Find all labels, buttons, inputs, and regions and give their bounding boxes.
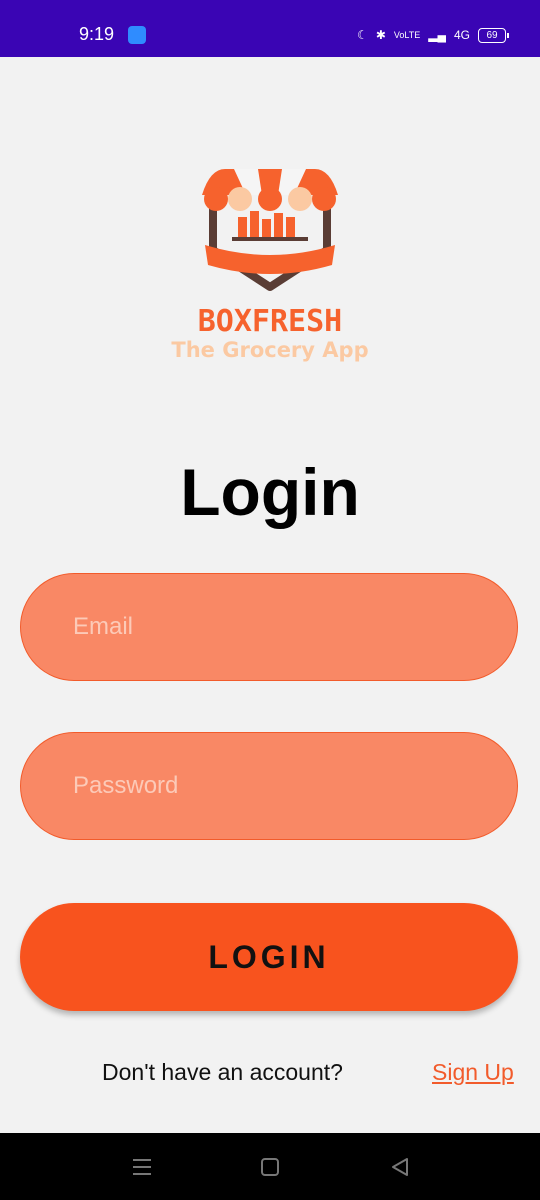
signal-icon: ▂▄ [428, 28, 446, 42]
network-type-icon: 4G [453, 28, 470, 42]
password-field[interactable] [21, 733, 517, 839]
storefront-awning-icon [202, 169, 338, 291]
back-icon[interactable] [388, 1155, 412, 1179]
brand-tagline: The Grocery App [171, 338, 369, 362]
battery-icon: 69 [478, 27, 509, 43]
brand-name: BOXFRESH [197, 304, 343, 339]
home-icon[interactable] [258, 1155, 282, 1179]
login-button[interactable]: LOGIN [20, 903, 518, 1011]
system-nav-bar [0, 1133, 540, 1200]
status-bar: 9:19 ☾ ✱ VoLTE ▂▄ 4G 69 [0, 0, 540, 57]
password-field-container [20, 732, 518, 840]
signup-link[interactable]: Sign Up [432, 1059, 514, 1086]
email-field[interactable] [21, 574, 517, 680]
signup-prompt: Don't have an account? [102, 1059, 343, 1085]
bluetooth-icon: ✱ [375, 28, 386, 42]
status-time: 9:19 [79, 24, 115, 44]
recent-apps-icon[interactable] [130, 1155, 154, 1179]
page-title: Login [180, 455, 360, 529]
volte-icon: VoLTE [393, 29, 421, 40]
status-icons: ☾ ✱ VoLTE ▂▄ 4G 69 [357, 24, 509, 46]
email-field-container [20, 573, 518, 681]
do-not-disturb-icon: ☾ [357, 28, 368, 42]
app-logo: BOXFRESH The Grocery App [150, 165, 390, 370]
notification-app-icon [128, 26, 146, 44]
